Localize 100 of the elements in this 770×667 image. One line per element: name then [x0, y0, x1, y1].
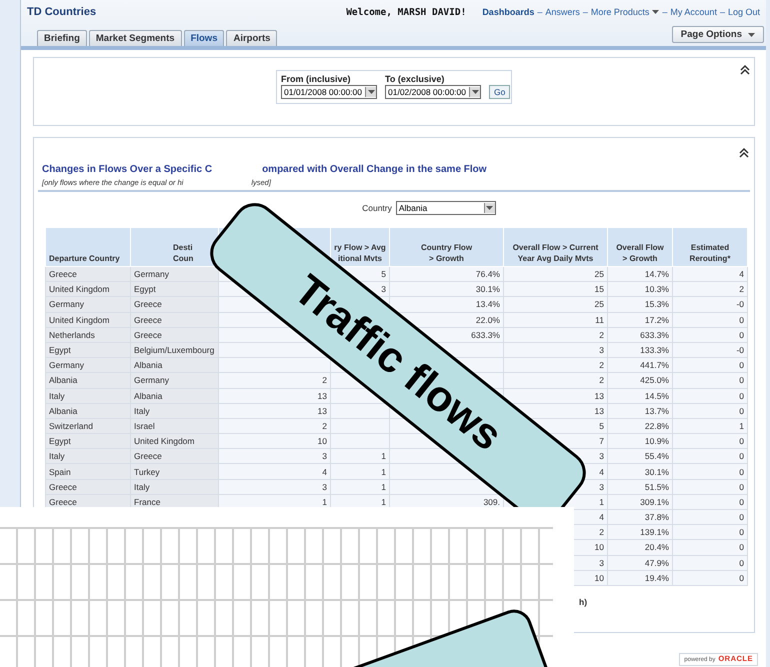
table-cell: 55.4%: [644, 451, 669, 462]
table-cell: 1: [381, 496, 386, 507]
tab[interactable]: Briefing: [37, 30, 87, 46]
table-cell: 30.1%: [476, 284, 500, 294]
table-cell: 1: [739, 420, 744, 431]
table-cell: 1: [599, 496, 604, 507]
table-cell: 0: [739, 451, 744, 462]
prompt-label: Country: [362, 203, 392, 213]
table-cell: 0: [739, 466, 744, 477]
table-cell: Italy: [49, 451, 65, 462]
table-cell: 4: [599, 466, 604, 477]
table-cell: 17.2%: [644, 314, 669, 325]
table-cell: 15: [594, 284, 604, 294]
table-cell: 4: [739, 269, 744, 280]
table-cell: 441.7%: [640, 360, 669, 370]
table-cell: 3: [599, 345, 604, 356]
table-cell: 3: [322, 451, 327, 462]
table-cell: 10: [594, 572, 604, 583]
collapse-icon[interactable]: [739, 147, 749, 158]
table-cell: 0: [739, 496, 744, 507]
table-cell: 309.: [483, 496, 500, 507]
table-cell: 0: [739, 360, 744, 370]
table-cell: 13: [318, 390, 327, 401]
app-title: TD Countries: [27, 6, 98, 18]
table-cell: 0: [739, 482, 744, 492]
welcome-text: Welcome, MARSH DAVID!: [346, 6, 466, 18]
table-cell: -0: [736, 345, 744, 356]
table-cell: 309.1%: [640, 496, 669, 507]
table-cell: 1: [381, 466, 386, 477]
table-cell: Greece: [134, 299, 162, 310]
dropdown-arrow-icon: [486, 206, 494, 210]
table-cell: 25: [594, 269, 604, 280]
table-cell: Spain: [49, 466, 71, 477]
nav-link[interactable]: Dashboards: [482, 7, 534, 17]
table-cell: 22.0%: [476, 314, 500, 325]
report-title: ompared with Overall Change in the same Flow: [262, 164, 487, 175]
column-header: Country Flow > Growth: [390, 228, 504, 266]
table-cell: 13.7%: [644, 406, 669, 416]
collapse-icon[interactable]: [740, 64, 750, 75]
table-cell: Israel: [134, 420, 155, 431]
table-cell: Albania: [49, 375, 78, 386]
table-cell: 2: [599, 527, 604, 538]
date-dropdown[interactable]: 01/01/2008 00:00:00: [281, 85, 377, 99]
table-cell: 13.4%: [476, 299, 500, 310]
table-cell: Greece: [49, 482, 77, 492]
tab[interactable]: Airports: [226, 30, 278, 46]
table-cell: Germany: [49, 299, 84, 310]
table-cell: Greece: [134, 451, 162, 462]
nav-link[interactable]: Answers: [545, 7, 580, 17]
page-options-button[interactable]: Page Options: [672, 26, 764, 43]
table-cell: 3: [322, 482, 327, 492]
prompt-label: From (inclusive): [281, 74, 352, 84]
table-cell: 37.8%: [644, 512, 669, 522]
table-cell: 51.5%: [644, 482, 669, 492]
table-cell: Switzerland: [49, 420, 93, 431]
table-cell: 2: [599, 360, 604, 370]
table-cell: 10: [594, 542, 604, 552]
table-cell: 3: [599, 558, 604, 568]
table-cell: 10: [318, 436, 327, 446]
table-cell: 0: [739, 314, 744, 325]
table-cell: Egypt: [49, 436, 71, 446]
table-cell: Netherlands: [49, 330, 95, 340]
table-cell: United Kingdom: [49, 314, 110, 325]
column-header: Overall Flow > Growth: [608, 228, 672, 266]
table-cell: Turkey: [134, 466, 160, 477]
menu-link[interactable]: More Products: [590, 7, 660, 17]
table-cell: Italy: [134, 482, 150, 492]
table-cell: Albania: [49, 406, 78, 416]
dropdown-arrow-icon: [472, 90, 478, 94]
table-cell: 0: [739, 330, 744, 340]
nav-link[interactable]: Log Out: [728, 7, 760, 17]
link-separator: –: [537, 7, 542, 17]
go-button[interactable]: Go: [489, 85, 510, 99]
date-dropdown[interactable]: 01/02/2008 00:00:00: [385, 85, 481, 99]
table-cell: 13: [318, 406, 327, 416]
table-cell: Germany: [134, 269, 169, 280]
table-cell: 2: [599, 330, 604, 340]
table-cell: 633.3%: [640, 330, 669, 340]
link-separator: –: [582, 7, 588, 17]
country-dropdown[interactable]: Albania: [396, 201, 496, 215]
nav-link[interactable]: My Account: [670, 7, 717, 17]
table-cell: Germany: [49, 360, 84, 370]
tab[interactable]: Flows: [184, 30, 224, 46]
table-cell: Italy: [134, 406, 150, 416]
table-cell: 14.7%: [644, 269, 669, 280]
table-cell: 22.8%: [644, 420, 669, 431]
table-cell: Egypt: [134, 284, 156, 294]
table-cell: 19.4%: [644, 572, 669, 583]
table-cell: Albania: [134, 360, 162, 370]
table-cell: 14.5%: [644, 390, 669, 401]
dropdown-arrow-icon: [368, 90, 374, 94]
tab[interactable]: Market Segments: [88, 30, 182, 46]
table-cell: Germany: [134, 375, 169, 386]
table-cell: 3: [599, 451, 604, 462]
table-cell: United Kingdom: [49, 284, 110, 294]
table-cell: 10.3%: [644, 284, 669, 294]
table-cell: 25: [594, 299, 604, 310]
table-cell: 0: [739, 390, 744, 401]
caret-icon: [748, 32, 755, 36]
link-separator: –: [720, 7, 725, 17]
